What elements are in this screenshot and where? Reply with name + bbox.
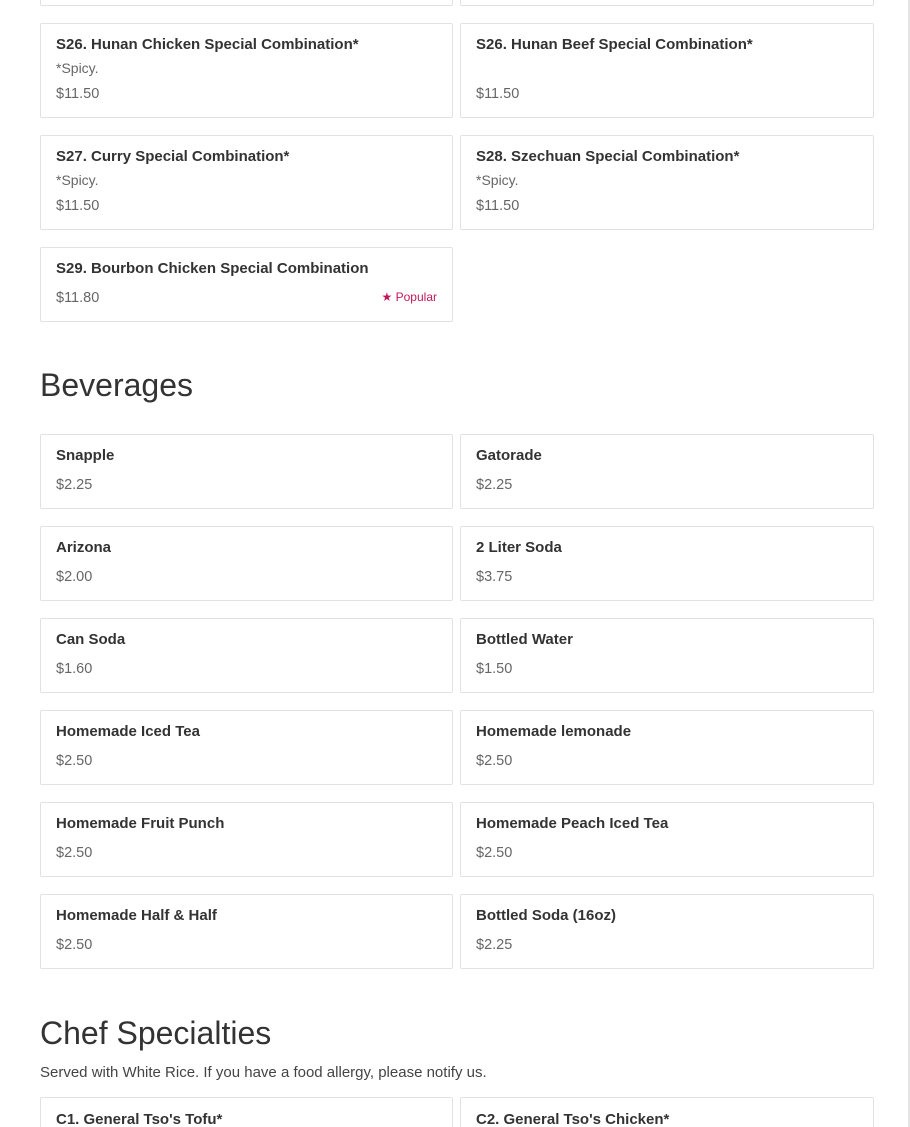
menu-item-price: $1.50 <box>476 661 513 677</box>
menu-item-price: $11.50 <box>476 198 520 214</box>
menu-item-card[interactable]: Gatorade $2.25 <box>460 434 874 509</box>
section-subtitle: Served with White Rice. If you have a fo… <box>40 1064 487 1081</box>
menu-item-price: $11.50 <box>476 86 520 102</box>
menu-item-price: $2.50 <box>476 753 513 769</box>
chef-specialties-grid: C1. General Tso's Tofu* C2. General Tso'… <box>40 1097 874 1127</box>
menu-item-card[interactable]: Bottled Soda (16oz) $2.25 <box>460 894 874 969</box>
section-title-chef-specialties: Chef Specialties <box>40 1015 272 1051</box>
menu-page: S26. Hunan Chicken Special Combination* … <box>0 0 910 1127</box>
menu-item-name: Homemade Fruit Punch <box>56 815 225 832</box>
menu-item-card[interactable]: Can Soda $1.60 <box>40 618 453 693</box>
menu-item-card[interactable]: 2 Liter Soda $3.75 <box>460 526 874 601</box>
menu-item-card[interactable]: C1. General Tso's Tofu* <box>40 1097 453 1127</box>
menu-item-name: Bottled Water <box>476 631 573 648</box>
menu-item-card[interactable]: Homemade Iced Tea $2.50 <box>40 710 453 785</box>
menu-item-card[interactable]: S26. Hunan Beef Special Combination* $11… <box>460 23 874 118</box>
menu-item-name: Homemade Half & Half <box>56 907 217 924</box>
menu-item-card-partial[interactable] <box>40 0 453 6</box>
menu-item-name: Gatorade <box>476 447 542 464</box>
menu-item-description: *Spicy. <box>56 60 99 76</box>
menu-item-name: S27. Curry Special Combination* <box>56 148 290 165</box>
menu-item-card[interactable]: Snapple $2.25 <box>40 434 453 509</box>
menu-item-name: Homemade Peach Iced Tea <box>476 815 669 832</box>
menu-item-name: S28. Szechuan Special Combination* <box>476 148 740 165</box>
menu-item-card[interactable]: Bottled Water $1.50 <box>460 618 874 693</box>
menu-item-card[interactable]: Arizona $2.00 <box>40 526 453 601</box>
menu-item-name: C2. General Tso's Chicken* <box>476 1111 670 1127</box>
menu-item-name: S29. Bourbon Chicken Special Combination <box>56 260 369 277</box>
section-title-beverages: Beverages <box>40 367 193 403</box>
menu-item-name: Can Soda <box>56 631 126 648</box>
menu-item-card[interactable]: S27. Curry Special Combination* *Spicy. … <box>40 135 453 230</box>
menu-item-price: $2.50 <box>56 845 93 861</box>
menu-item-card[interactable]: C2. General Tso's Chicken* <box>460 1097 874 1127</box>
menu-item-name: Snapple <box>56 447 115 464</box>
menu-item-name: C1. General Tso's Tofu* <box>56 1111 223 1127</box>
menu-item-card[interactable]: Homemade Peach Iced Tea $2.50 <box>460 802 874 877</box>
menu-item-price: $2.25 <box>476 477 513 493</box>
specials-grid: S26. Hunan Chicken Special Combination* … <box>40 23 874 322</box>
menu-item-card[interactable]: S29. Bourbon Chicken Special Combination… <box>40 247 453 322</box>
menu-item-name: Arizona <box>56 539 112 556</box>
star-icon: ★ <box>381 290 393 304</box>
menu-item-price: $2.00 <box>56 569 93 585</box>
menu-item-price: $11.50 <box>56 198 100 214</box>
specials-top-partial-row <box>40 0 874 6</box>
menu-item-card-partial[interactable] <box>460 0 874 6</box>
menu-item-card[interactable]: Homemade Fruit Punch $2.50 <box>40 802 453 877</box>
menu-item-card[interactable]: S26. Hunan Chicken Special Combination* … <box>40 23 453 118</box>
menu-item-card[interactable]: Homemade lemonade $2.50 <box>460 710 874 785</box>
menu-item-name: S26. Hunan Beef Special Combination* <box>476 36 753 53</box>
menu-item-price: $2.50 <box>56 937 93 953</box>
popular-badge: ★ Popular <box>382 290 437 304</box>
menu-item-name: Homemade lemonade <box>476 723 632 740</box>
menu-item-card[interactable]: S28. Szechuan Special Combination* *Spic… <box>460 135 874 230</box>
menu-item-description: *Spicy. <box>476 172 519 188</box>
menu-item-price: $2.50 <box>476 845 513 861</box>
menu-item-name: Homemade Iced Tea <box>56 723 200 740</box>
menu-item-price: $11.80 <box>56 290 100 306</box>
menu-item-price: $3.75 <box>476 569 513 585</box>
menu-item-card[interactable]: Homemade Half & Half $2.50 <box>40 894 453 969</box>
menu-item-name: Bottled Soda (16oz) <box>476 907 617 924</box>
menu-item-price: $1.60 <box>56 661 93 677</box>
menu-item-price: $2.25 <box>56 477 93 493</box>
popular-badge-label: Popular <box>395 290 437 304</box>
menu-item-price: $2.50 <box>56 753 93 769</box>
menu-item-price: $11.50 <box>56 86 100 102</box>
menu-item-name: S26. Hunan Chicken Special Combination* <box>56 36 359 53</box>
menu-item-name: 2 Liter Soda <box>476 539 562 556</box>
menu-item-description: *Spicy. <box>56 172 99 188</box>
menu-item-price: $2.25 <box>476 937 513 953</box>
beverages-grid: Snapple $2.25 Gatorade $2.25 Arizona $2.… <box>40 434 874 969</box>
